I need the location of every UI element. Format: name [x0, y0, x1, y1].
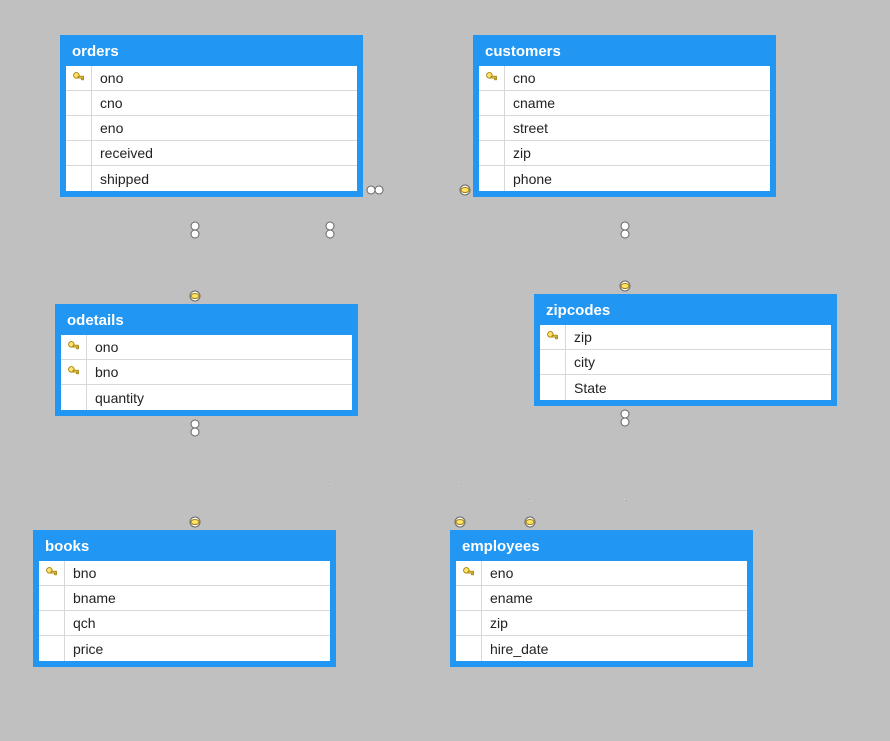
column-name: street	[505, 120, 556, 136]
column-row[interactable]: quantity	[61, 385, 352, 410]
column-name: ename	[482, 590, 541, 606]
entity-title: employees	[456, 536, 747, 561]
pk-cell	[479, 141, 505, 165]
column-name: eno	[482, 565, 521, 581]
column-row[interactable]: cname	[479, 91, 770, 116]
pk-cell	[479, 66, 505, 90]
column-row[interactable]: ono	[61, 335, 352, 360]
column-row[interactable]: zip	[479, 141, 770, 166]
entity-title: odetails	[61, 310, 352, 335]
key-icon	[67, 340, 81, 354]
entity-body: eno ename zip hire_date	[456, 561, 747, 661]
column-row[interactable]: cno	[66, 91, 357, 116]
column-row[interactable]: price	[39, 636, 330, 661]
entity-body: cno cname street zip phone	[479, 66, 770, 191]
entity-customers[interactable]: customers cno cname street zip phone	[473, 35, 776, 197]
entity-books[interactable]: books bno bname qch price	[33, 530, 336, 667]
pk-cell	[540, 350, 566, 374]
column-name: zip	[566, 329, 600, 345]
column-name: hire_date	[482, 641, 556, 657]
entity-body: bno bname qch price	[39, 561, 330, 661]
pk-cell	[479, 91, 505, 115]
column-row[interactable]: bno	[39, 561, 330, 586]
column-row[interactable]: cno	[479, 66, 770, 91]
entity-odetails[interactable]: odetails ono bno quantity	[55, 304, 358, 416]
entity-zipcodes[interactable]: zipcodes zip city State	[534, 294, 837, 406]
pk-cell	[39, 586, 65, 610]
column-name: bname	[65, 590, 124, 606]
entity-title: books	[39, 536, 330, 561]
pk-cell	[479, 166, 505, 191]
pk-cell	[61, 360, 87, 384]
entity-orders[interactable]: orders ono cno eno received shipped	[60, 35, 363, 197]
entity-employees[interactable]: employees eno ename zip hire_date	[450, 530, 753, 667]
pk-cell	[39, 611, 65, 635]
column-name: bno	[65, 565, 104, 581]
column-name: zip	[505, 145, 539, 161]
pk-cell	[66, 66, 92, 90]
column-row[interactable]: bno	[61, 360, 352, 385]
pk-cell	[540, 325, 566, 349]
column-name: city	[566, 354, 603, 370]
column-name: eno	[92, 120, 131, 136]
column-name: shipped	[92, 171, 157, 187]
column-row[interactable]: State	[540, 375, 831, 400]
column-row[interactable]: ono	[66, 66, 357, 91]
column-name: cno	[505, 70, 544, 86]
pk-cell	[39, 636, 65, 661]
pk-cell	[61, 385, 87, 410]
column-name: quantity	[87, 390, 152, 406]
key-icon	[485, 71, 499, 85]
column-name: cname	[505, 95, 563, 111]
entity-body: ono bno quantity	[61, 335, 352, 410]
pk-cell	[456, 611, 482, 635]
column-row[interactable]: hire_date	[456, 636, 747, 661]
key-icon	[45, 566, 59, 580]
entity-title: customers	[479, 41, 770, 66]
entity-body: ono cno eno received shipped	[66, 66, 357, 191]
entity-title: orders	[66, 41, 357, 66]
column-row[interactable]: bname	[39, 586, 330, 611]
pk-cell	[61, 335, 87, 359]
column-row[interactable]: qch	[39, 611, 330, 636]
entity-title: zipcodes	[540, 300, 831, 325]
column-row[interactable]: street	[479, 116, 770, 141]
key-icon	[546, 330, 560, 344]
pk-cell	[479, 116, 505, 140]
pk-cell	[456, 586, 482, 610]
column-row[interactable]: ename	[456, 586, 747, 611]
pk-cell	[66, 91, 92, 115]
pk-cell	[39, 561, 65, 585]
entity-body: zip city State	[540, 325, 831, 400]
column-row[interactable]: zip	[456, 611, 747, 636]
pk-cell	[66, 141, 92, 165]
pk-cell	[456, 636, 482, 661]
key-icon	[72, 71, 86, 85]
column-name: received	[92, 145, 161, 161]
column-name: qch	[65, 615, 104, 631]
column-name: cno	[92, 95, 131, 111]
key-icon	[462, 566, 476, 580]
column-row[interactable]: shipped	[66, 166, 357, 191]
column-row[interactable]: city	[540, 350, 831, 375]
column-name: ono	[92, 70, 131, 86]
column-name: price	[65, 641, 111, 657]
column-name: State	[566, 380, 615, 396]
column-name: zip	[482, 615, 516, 631]
column-name: ono	[87, 339, 126, 355]
column-row[interactable]: received	[66, 141, 357, 166]
column-row[interactable]: zip	[540, 325, 831, 350]
column-row[interactable]: eno	[456, 561, 747, 586]
column-name: bno	[87, 364, 126, 380]
pk-cell	[66, 166, 92, 191]
pk-cell	[66, 116, 92, 140]
column-name: phone	[505, 171, 560, 187]
key-icon	[67, 365, 81, 379]
pk-cell	[456, 561, 482, 585]
pk-cell	[540, 375, 566, 400]
column-row[interactable]: phone	[479, 166, 770, 191]
column-row[interactable]: eno	[66, 116, 357, 141]
